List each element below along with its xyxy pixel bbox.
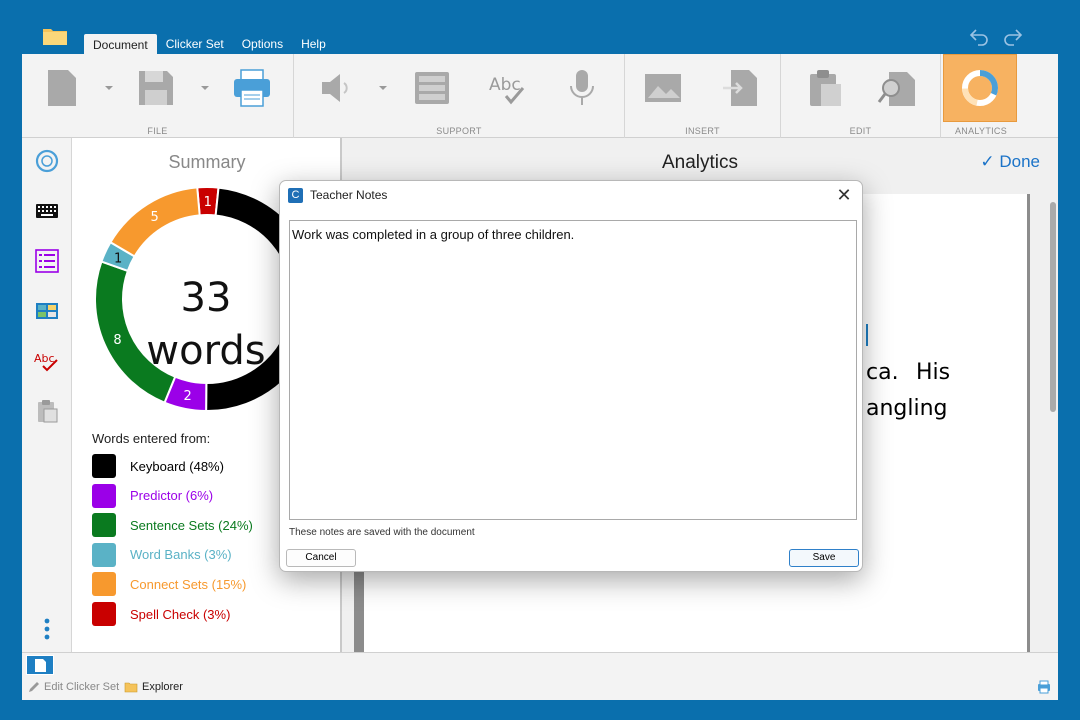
ribbon-group-label: ANALYTICS bbox=[954, 126, 1008, 136]
legend-item: Word Banks (3%) bbox=[92, 542, 232, 568]
ribbon-group-insert: INSERT bbox=[625, 54, 781, 138]
ribbon-group-label: INSERT bbox=[685, 126, 720, 136]
svg-text:Abc: Abc bbox=[489, 75, 521, 95]
new-document-icon[interactable] bbox=[42, 68, 82, 108]
word-list-icon[interactable] bbox=[412, 68, 452, 108]
vertical-scrollbar[interactable] bbox=[1050, 202, 1056, 412]
ribbon-group-label: EDIT bbox=[849, 126, 872, 136]
print-icon[interactable] bbox=[232, 68, 272, 108]
page-icon bbox=[35, 659, 46, 672]
find-icon[interactable] bbox=[877, 68, 917, 108]
close-icon[interactable]: ✕ bbox=[834, 186, 854, 206]
clipboard-icon[interactable] bbox=[34, 398, 60, 424]
total-word-count: 33 bbox=[181, 275, 232, 321]
redo-icon[interactable] bbox=[1002, 25, 1024, 47]
legend-item: Keyboard (48%) bbox=[92, 453, 224, 479]
donut-data-label: 1 bbox=[114, 252, 122, 267]
menu-options[interactable]: Options bbox=[233, 34, 292, 54]
legend-label: Sentence Sets (24%) bbox=[130, 517, 253, 533]
analytics-title: Analytics bbox=[661, 152, 739, 173]
donut-data-label: 8 bbox=[113, 333, 121, 348]
analytics-donut-icon bbox=[962, 70, 998, 106]
spell-check-icon[interactable]: Abc bbox=[34, 348, 60, 374]
dialog-title: Teacher Notes bbox=[310, 188, 388, 202]
chevron-down-icon[interactable] bbox=[378, 84, 388, 92]
chevron-down-icon[interactable] bbox=[200, 84, 210, 92]
page-thumbnail-tab[interactable] bbox=[26, 655, 54, 675]
left-sidebar: Abc bbox=[22, 138, 72, 652]
save-button[interactable]: Save bbox=[789, 549, 859, 567]
explorer-label: Explorer bbox=[142, 681, 183, 693]
chevron-down-icon[interactable] bbox=[104, 84, 114, 92]
doc-text-fragment: ca. bbox=[866, 360, 899, 385]
predictor-list-icon[interactable] bbox=[34, 248, 60, 274]
menu-clicker-set[interactable]: Clicker Set bbox=[157, 34, 233, 54]
legend-swatch bbox=[92, 513, 116, 538]
spell-check-icon[interactable]: Abc bbox=[488, 68, 528, 108]
menu-help[interactable]: Help bbox=[292, 34, 335, 54]
legend-label: Word Banks (3%) bbox=[130, 547, 232, 563]
insert-image-icon[interactable] bbox=[643, 68, 683, 108]
summary-title: Summary bbox=[168, 152, 246, 172]
teacher-notes-dialog: C Teacher Notes ✕ Work was completed in … bbox=[279, 180, 863, 572]
legend-label: Predictor (6%) bbox=[130, 488, 214, 504]
notes-hint: These notes are saved with the document bbox=[289, 527, 475, 538]
total-word-unit: words bbox=[146, 328, 265, 374]
legend-label: Keyboard (48%) bbox=[130, 458, 224, 474]
legend-item: Spell Check (3%) bbox=[92, 601, 230, 627]
save-disk-icon[interactable] bbox=[136, 68, 176, 108]
donut-data-label: 1 bbox=[204, 195, 212, 210]
legend-label: Connect Sets (15%) bbox=[130, 576, 247, 592]
legend-swatch bbox=[92, 602, 116, 626]
cancel-button[interactable]: Cancel bbox=[286, 549, 356, 567]
explorer-link[interactable]: Explorer bbox=[124, 681, 183, 693]
ribbon-group-support: Abc SUPPORT bbox=[294, 54, 625, 138]
app-logo-icon: C bbox=[288, 188, 303, 203]
menu-bar: Document Clicker Set Options Help bbox=[84, 34, 335, 54]
donut-data-label: 5 bbox=[151, 210, 159, 225]
print-preview-icon[interactable] bbox=[1036, 679, 1052, 695]
teacher-notes-textarea[interactable]: Work was completed in a group of three c… bbox=[289, 220, 857, 520]
speaker-icon[interactable] bbox=[316, 68, 356, 108]
more-options-icon[interactable] bbox=[34, 616, 60, 642]
folder-icon[interactable] bbox=[42, 26, 68, 46]
doc-text-fragment: angling bbox=[866, 396, 948, 421]
undo-icon[interactable] bbox=[968, 25, 990, 47]
status-bar: Edit Clicker Set Explorer bbox=[22, 652, 1058, 700]
legend-title: Words entered from: bbox=[92, 431, 211, 446]
ribbon: FILE Abc SUPPORT INSERT EDIT ANALYTICS bbox=[22, 54, 1058, 138]
menu-document[interactable]: Document bbox=[84, 34, 157, 54]
edit-clicker-set-link[interactable]: Edit Clicker Set bbox=[28, 681, 119, 693]
donut-data-label: 2 bbox=[184, 389, 192, 404]
ribbon-group-label: SUPPORT bbox=[436, 126, 482, 136]
doc-text-fragment: His bbox=[916, 360, 951, 385]
folder-icon bbox=[124, 682, 138, 693]
legend-item: Predictor (6%) bbox=[92, 483, 213, 509]
microphone-icon[interactable] bbox=[562, 68, 602, 108]
text-cursor bbox=[866, 324, 868, 346]
legend-label: Spell Check (3%) bbox=[130, 606, 231, 622]
paste-icon[interactable] bbox=[805, 68, 845, 108]
ribbon-group-analytics: ANALYTICS bbox=[941, 54, 1058, 138]
legend-item: Sentence Sets (24%) bbox=[92, 512, 253, 538]
keyboard-icon[interactable] bbox=[34, 198, 60, 224]
ribbon-group-file: FILE bbox=[22, 54, 294, 138]
legend-swatch bbox=[92, 454, 116, 478]
ribbon-group-edit: EDIT bbox=[781, 54, 941, 138]
legend-item: Connect Sets (15%) bbox=[92, 571, 246, 597]
insert-file-icon[interactable] bbox=[721, 68, 761, 108]
edit-clicker-set-label: Edit Clicker Set bbox=[44, 681, 120, 693]
pencil-icon bbox=[29, 682, 39, 692]
word-bank-grid-icon[interactable] bbox=[34, 298, 60, 324]
ribbon-group-label: FILE bbox=[147, 126, 168, 136]
legend-swatch bbox=[92, 483, 116, 508]
legend-swatch bbox=[92, 542, 116, 567]
summary-icon[interactable] bbox=[34, 148, 60, 174]
legend-swatch bbox=[92, 572, 116, 597]
svg-text:Abc: Abc bbox=[34, 352, 55, 365]
done-button[interactable]: ✓ Done bbox=[980, 152, 1040, 172]
